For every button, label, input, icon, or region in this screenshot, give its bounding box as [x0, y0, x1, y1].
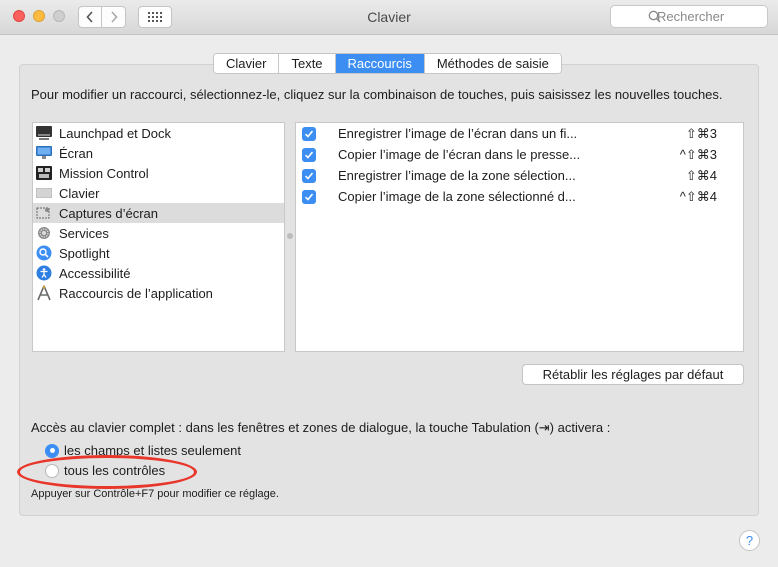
full-keyboard-access-label: Accès au clavier complet : dans les fenê…	[31, 420, 611, 435]
checkmark-icon	[304, 192, 314, 201]
category-label: Mission Control	[59, 165, 149, 181]
category-accessibilite[interactable]: Accessibilité	[33, 263, 284, 283]
search-icon	[648, 10, 661, 23]
shortcut-checkbox[interactable]	[302, 168, 316, 183]
app-shortcuts-icon	[36, 285, 52, 301]
tab-raccourcis[interactable]: Raccourcis	[335, 54, 425, 73]
launchpad-icon	[36, 125, 52, 141]
tab-texte[interactable]: Texte	[279, 54, 336, 73]
checkmark-icon	[304, 129, 314, 138]
category-label: Écran	[59, 145, 93, 161]
title-bar: Clavier	[0, 0, 778, 35]
category-label: Launchpad et Dock	[59, 125, 172, 141]
annotation-highlight-ellipse	[17, 455, 197, 489]
checkmark-icon	[304, 150, 314, 159]
mission-control-icon	[36, 165, 52, 181]
shortcut-label: Enregistrer l’image de la zone sélection…	[338, 168, 576, 183]
category-label: Clavier	[59, 185, 100, 201]
category-label: Services	[59, 225, 109, 241]
shortcut-label: Copier l’image de la zone sélectionné d.…	[338, 189, 576, 204]
restore-defaults-button[interactable]: Rétablir les réglages par défaut	[522, 364, 744, 385]
category-label: Captures d’écran	[59, 205, 158, 221]
help-button[interactable]: ?	[739, 530, 760, 551]
category-label: Accessibilité	[59, 265, 131, 281]
search-input[interactable]	[657, 9, 767, 24]
split-view-handle[interactable]	[287, 233, 293, 239]
category-launchpad[interactable]: Launchpad et Dock	[33, 123, 284, 143]
gear-icon	[36, 225, 52, 241]
category-services[interactable]: Services	[33, 223, 284, 243]
category-ecran[interactable]: Écran	[33, 143, 284, 163]
instructions-text: Pour modifier un raccourci, sélectionnez…	[31, 87, 723, 102]
search-field[interactable]	[610, 5, 768, 28]
shortcut-row[interactable]: Copier l’image de la zone sélectionné d.…	[296, 186, 743, 207]
category-clavier[interactable]: Clavier	[33, 183, 284, 203]
category-spotlight[interactable]: Spotlight	[33, 243, 284, 263]
keyboard-icon	[36, 185, 52, 201]
accessibility-icon	[36, 265, 52, 281]
screenshot-icon	[36, 205, 52, 221]
shortcut-checkbox[interactable]	[302, 189, 316, 204]
shortcut-list[interactable]: Enregistrer l’image de l’écran dans un f…	[295, 122, 744, 352]
shortcut-key[interactable]: ^⇧⌘3	[680, 147, 717, 163]
checkmark-icon	[304, 171, 314, 180]
category-captures-ecran[interactable]: Captures d’écran	[33, 203, 284, 223]
tab-clavier[interactable]: Clavier	[214, 54, 280, 73]
category-raccourcis-application[interactable]: Raccourcis de l’application	[33, 283, 284, 303]
tab-methodes-de-saisie[interactable]: Méthodes de saisie	[424, 54, 561, 73]
shortcut-label: Copier l’image de l’écran dans le presse…	[338, 147, 581, 162]
shortcut-key[interactable]: ^⇧⌘4	[680, 189, 717, 205]
radio-button[interactable]	[45, 443, 59, 458]
category-label: Raccourcis de l’application	[59, 285, 213, 301]
shortcut-checkbox[interactable]	[302, 126, 316, 141]
category-mission-control[interactable]: Mission Control	[33, 163, 284, 183]
shortcut-hint-text: Appuyer sur Contrôle+F7 pour modifier ce…	[31, 488, 279, 500]
shortcut-label: Enregistrer l’image de l’écran dans un f…	[338, 126, 578, 141]
display-icon	[36, 145, 52, 161]
shortcut-key[interactable]: ⇧⌘4	[686, 168, 717, 184]
category-label: Spotlight	[59, 245, 110, 261]
tab-bar: Clavier Texte Raccourcis Méthodes de sai…	[213, 53, 562, 74]
shortcut-row[interactable]: Copier l’image de l’écran dans le presse…	[296, 144, 743, 165]
shortcut-row[interactable]: Enregistrer l’image de la zone sélection…	[296, 165, 743, 186]
shortcut-checkbox[interactable]	[302, 147, 316, 162]
category-list[interactable]: Launchpad et Dock Écran Mission Control …	[32, 122, 285, 352]
shortcut-key[interactable]: ⇧⌘3	[686, 126, 717, 142]
shortcut-row[interactable]: Enregistrer l’image de l’écran dans un f…	[296, 123, 743, 144]
spotlight-icon	[36, 245, 52, 261]
